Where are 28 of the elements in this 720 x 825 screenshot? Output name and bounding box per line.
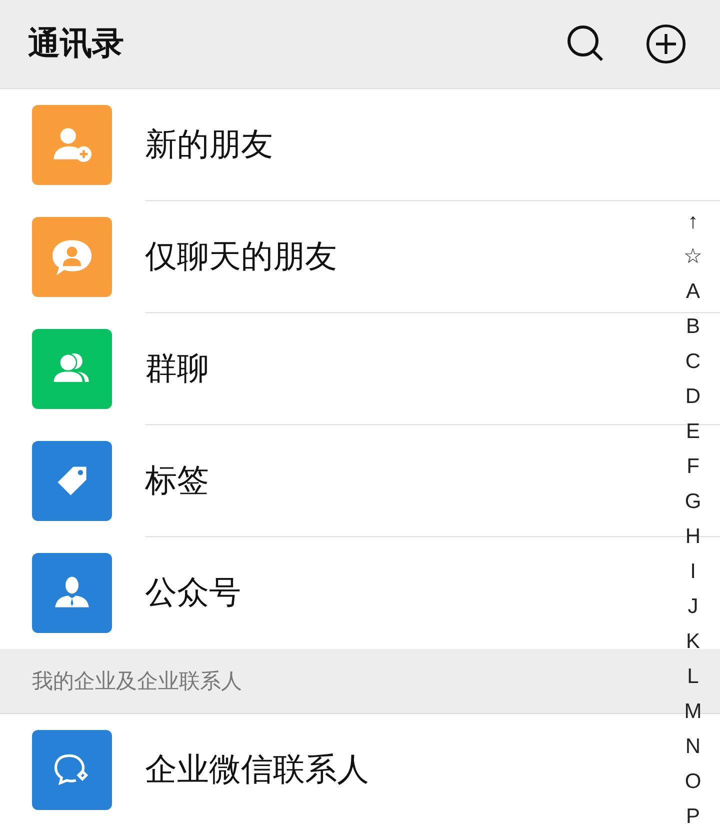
add-icon[interactable]	[646, 24, 686, 64]
item-label[interactable]: 仅聊天的朋友	[145, 234, 337, 278]
index-letter[interactable]: F	[686, 449, 700, 484]
index-letter[interactable]: ☆	[684, 239, 702, 274]
index-letter[interactable]: B	[686, 309, 700, 344]
index-letter[interactable]: P	[686, 799, 700, 825]
index-letter[interactable]: A	[686, 274, 700, 309]
index-letter[interactable]: N	[685, 729, 701, 764]
index-letter[interactable]: M	[684, 694, 702, 729]
item-label[interactable]: 新的朋友	[145, 122, 273, 166]
index-letter[interactable]: H	[685, 519, 701, 554]
index-letter[interactable]: G	[684, 484, 702, 519]
section-title: 我的企业及企业联系人	[32, 668, 242, 695]
page-title: 通讯录	[28, 23, 125, 64]
index-letter[interactable]: O	[684, 764, 702, 799]
index-letter[interactable]: J	[688, 589, 698, 624]
index-letter[interactable]: ↑	[688, 204, 698, 239]
item-label[interactable]: 企业微信联系人	[145, 748, 369, 792]
index-letter[interactable]: L	[687, 659, 699, 694]
item-label[interactable]: 群聊	[145, 346, 209, 390]
search-icon[interactable]	[566, 24, 606, 64]
index-letter[interactable]: C	[685, 344, 701, 379]
index-letter[interactable]: K	[686, 624, 700, 659]
index-letter[interactable]: E	[686, 414, 700, 449]
index-letter[interactable]: I	[690, 554, 696, 589]
item-label[interactable]: 公众号	[145, 571, 241, 615]
index-letter[interactable]: D	[685, 379, 701, 414]
item-label[interactable]: 标签	[145, 458, 209, 502]
